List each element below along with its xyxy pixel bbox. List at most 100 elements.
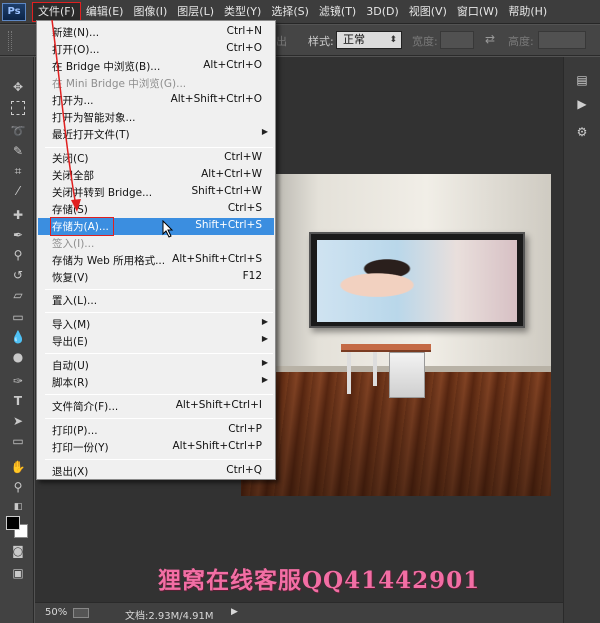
submenu-arrow-icon: ▶	[261, 375, 268, 384]
menu-item-close-all[interactable]: 关闭全部 Alt+Ctrl+W	[38, 167, 274, 184]
menu-item-browse-mini-bridge: 在 Mini Bridge 中浏览(G)...	[52, 78, 187, 90]
menu-view[interactable]: 视图(V)	[404, 2, 452, 22]
menu-separator	[45, 353, 273, 354]
menu-separator	[45, 289, 273, 290]
menu-3d[interactable]: 3D(D)	[361, 2, 404, 22]
style-select[interactable]: 正常	[336, 31, 402, 49]
marquee-tool-icon[interactable]	[11, 101, 25, 115]
healing-brush-tool-icon[interactable]: ✚	[9, 207, 27, 223]
menu-item-check-in: 签入(I)...	[52, 238, 95, 250]
submenu-arrow-icon: ▶	[261, 317, 268, 326]
menu-item-recent-files[interactable]: 最近打开文件(T) ▶	[38, 126, 274, 143]
menu-item-close[interactable]: 关闭(C) Ctrl+W	[38, 150, 274, 167]
clone-stamp-tool-icon[interactable]: ⚲	[9, 247, 27, 263]
default-colors-icon[interactable]: ◧	[9, 499, 27, 515]
watermark-text: 狸窝在线客服QQ41442901	[158, 567, 481, 594]
submenu-arrow-icon: ▶	[261, 358, 268, 367]
menu-item-save-as[interactable]: 存储为(A)... Shift+Ctrl+S	[38, 217, 274, 236]
menu-separator	[45, 147, 273, 148]
file-menu-dropdown: 新建(N)... Ctrl+N 打开(O)... Ctrl+O 在 Bridge 中…	[36, 20, 276, 480]
pen-tool-icon[interactable]: ✑	[9, 373, 27, 389]
right-panel-dock: ▤ ▶ ⚙	[563, 57, 600, 623]
width-input[interactable]	[440, 31, 474, 49]
options-grip-handle[interactable]	[8, 31, 12, 51]
history-panel-icon[interactable]: ▤	[573, 71, 591, 89]
menu-filter[interactable]: 滤镜(T)	[314, 2, 361, 22]
menu-item-import[interactable]: 导入(M) ▶	[38, 316, 274, 333]
menu-select[interactable]: 选择(S)	[266, 2, 314, 22]
screen-mode-icon[interactable]: ▣	[9, 565, 27, 581]
menu-item-open-as[interactable]: 打开为... Alt+Shift+Ctrl+O	[38, 92, 274, 109]
height-label: 高度:	[508, 35, 534, 48]
type-tool-icon[interactable]: T	[9, 393, 27, 409]
menu-help[interactable]: 帮助(H)	[503, 2, 552, 22]
menu-item-print[interactable]: 打印(P)... Ctrl+P	[38, 422, 274, 439]
width-label: 宽度:	[412, 35, 438, 48]
menu-item-browse-bridge[interactable]: 在 Bridge 中浏览(B)... Alt+Ctrl+O	[38, 58, 274, 75]
style-label: 样式:	[308, 35, 334, 48]
submenu-arrow-icon: ▶	[261, 127, 268, 136]
document-image[interactable]	[241, 174, 551, 496]
lasso-tool-icon[interactable]: ➰	[9, 123, 27, 139]
dodge-tool-icon[interactable]: ●	[9, 349, 27, 365]
photoshop-logo: Ps	[2, 2, 26, 21]
menu-separator	[45, 312, 273, 313]
menu-item-exit[interactable]: 退出(X) Ctrl+Q	[38, 463, 274, 480]
menu-type[interactable]: 类型(Y)	[219, 2, 266, 22]
status-menu-arrow-icon[interactable]: ▶	[231, 607, 238, 617]
quick-mask-icon[interactable]: ◙	[9, 543, 27, 559]
menu-item-print-one-copy[interactable]: 打印一份(Y) Alt+Shift+Ctrl+P	[38, 439, 274, 456]
height-input[interactable]	[538, 31, 586, 49]
swap-dimensions-icon[interactable]: ⇄	[485, 32, 495, 46]
menu-separator	[45, 394, 273, 395]
menu-item-automate[interactable]: 自动(U) ▶	[38, 357, 274, 374]
path-select-tool-icon[interactable]: ➤	[9, 413, 27, 429]
submenu-arrow-icon: ▶	[261, 334, 268, 343]
history-brush-tool-icon[interactable]: ↺	[9, 267, 27, 283]
menu-image[interactable]: 图像(I)	[128, 2, 172, 22]
menu-item-close-go-bridge[interactable]: 关闭并转到 Bridge... Shift+Ctrl+W	[38, 184, 274, 201]
properties-panel-icon[interactable]: ⚙	[573, 123, 591, 141]
menu-item-open-smart-object[interactable]: 打开为智能对象...	[38, 109, 274, 126]
document-size: 文档:2.93M/4.91M	[125, 611, 214, 622]
mouse-pointer-icon	[162, 220, 174, 238]
actions-play-icon[interactable]: ▶	[573, 95, 591, 113]
tools-panel: ✥ ➰ ✎ ⌗ ⁄ ✚ ✒ ⚲ ↺ ▱ ▭ 💧 ● ✑ T ➤ ▭ ✋ ⚲ ◧ …	[0, 57, 34, 623]
status-bar: 50% 文档:2.93M/4.91M ▶	[35, 602, 563, 623]
menu-separator	[45, 418, 273, 419]
menu-item-place[interactable]: 置入(L)...	[38, 292, 274, 309]
brush-tool-icon[interactable]: ✒	[9, 227, 27, 243]
zoom-level[interactable]: 50%	[45, 607, 67, 618]
blur-tool-icon[interactable]: 💧	[9, 329, 27, 345]
menu-separator	[45, 459, 273, 460]
menu-edit[interactable]: 编辑(E)	[81, 2, 129, 22]
menu-file[interactable]: 文件(F)	[32, 1, 81, 22]
edge-suffix-label: 出	[276, 35, 287, 48]
drawer-cabinet	[389, 352, 425, 398]
shape-tool-icon[interactable]: ▭	[9, 433, 27, 449]
menu-item-scripts[interactable]: 脚本(R) ▶	[38, 374, 274, 391]
crop-tool-icon[interactable]: ⌗	[9, 163, 27, 179]
tv-frame	[309, 232, 525, 328]
move-tool-icon[interactable]: ✥	[9, 79, 27, 95]
menu-item-new[interactable]: 新建(N)... Ctrl+N	[38, 24, 274, 41]
zoom-tool-icon[interactable]: ⚲	[9, 479, 27, 495]
status-toggle-icon[interactable]	[73, 608, 89, 618]
eyedropper-tool-icon[interactable]: ⁄	[9, 183, 27, 199]
menu-item-save-for-web[interactable]: 存储为 Web 所用格式... Alt+Shift+Ctrl+S	[38, 252, 274, 269]
foreground-color-swatch[interactable]	[6, 516, 20, 530]
hand-tool-icon[interactable]: ✋	[9, 459, 27, 475]
gradient-tool-icon[interactable]: ▭	[9, 309, 27, 325]
menu-window[interactable]: 窗口(W)	[452, 2, 503, 22]
desk-leg	[347, 352, 351, 394]
menu-layer[interactable]: 图层(L)	[172, 2, 219, 22]
menu-item-export[interactable]: 导出(E) ▶	[38, 333, 274, 350]
desk-top	[341, 344, 431, 352]
menu-item-revert[interactable]: 恢复(V) F12	[38, 269, 274, 286]
menu-item-save[interactable]: 存储(S) Ctrl+S	[38, 201, 274, 218]
menu-item-file-info[interactable]: 文件简介(F)... Alt+Shift+Ctrl+I	[38, 398, 274, 415]
eraser-tool-icon[interactable]: ▱	[9, 287, 27, 303]
menu-item-open[interactable]: 打开(O)... Ctrl+O	[38, 41, 274, 58]
quick-select-tool-icon[interactable]: ✎	[9, 143, 27, 159]
desk-leg	[373, 352, 377, 386]
